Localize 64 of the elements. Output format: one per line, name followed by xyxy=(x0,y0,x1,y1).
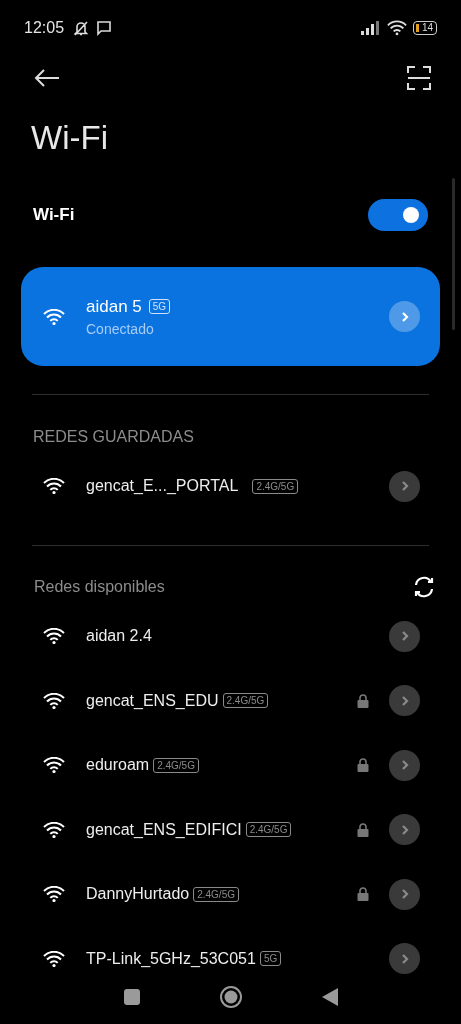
wifi-icon xyxy=(43,950,65,967)
wifi-icon xyxy=(386,19,407,36)
wifi-icon xyxy=(43,757,65,774)
details-button[interactable] xyxy=(389,749,420,781)
network-row[interactable]: gencat_ENS_EDU 2.4G/5G xyxy=(0,668,461,733)
wifi-label: Wi-Fi xyxy=(33,205,75,225)
section-heading: Redes disponibles xyxy=(34,578,165,596)
wifi-icon xyxy=(43,628,65,645)
band-tag: 2.4G/5G xyxy=(252,478,299,494)
details-button[interactable] xyxy=(389,878,420,910)
chevron-icon xyxy=(399,480,410,492)
band-tag: 5G xyxy=(259,951,282,967)
network-row[interactable]: TP-Link_5GHz_53C051 5G xyxy=(0,926,461,991)
chevron-icon xyxy=(399,952,410,965)
band-tag: 2.4G/5G xyxy=(222,693,269,709)
refresh-icon[interactable] xyxy=(413,576,435,598)
scan-icon[interactable] xyxy=(407,65,431,90)
network-row[interactable]: eduroam 2.4G/5G xyxy=(0,733,461,798)
network-name: gencat_ENS_EDU xyxy=(86,691,219,710)
band-tag: 5G xyxy=(148,299,171,314)
wifi-icon xyxy=(43,478,65,494)
section-heading: REDES GUARDADAS xyxy=(32,427,195,447)
network-name: TP-Link_5GHz_53C051 xyxy=(86,949,256,968)
network-name: aidan 2.4 xyxy=(86,627,152,646)
chevron-icon xyxy=(399,888,410,901)
wifi-icon xyxy=(43,821,65,838)
wifi-switch[interactable] xyxy=(368,199,428,231)
details-button[interactable] xyxy=(389,620,420,652)
connection-status: Conectado xyxy=(86,320,155,337)
network-name: DannyHurtado xyxy=(86,885,190,904)
chevron-icon xyxy=(399,759,410,772)
details-button[interactable] xyxy=(389,470,420,502)
connected-network-card[interactable]: aidan 5 5G Conectado xyxy=(21,267,440,366)
details-button[interactable] xyxy=(389,301,420,332)
page-title: Wi-Fi xyxy=(30,117,109,158)
home-button[interactable] xyxy=(218,985,243,1009)
network-row[interactable]: gencat_ENS_EDIFICI 2.4G/5G xyxy=(0,797,461,862)
back-button[interactable] xyxy=(320,987,339,1007)
chevron-icon xyxy=(399,694,410,707)
battery-indicator: 14 xyxy=(412,20,437,35)
network-row[interactable]: aidan 2.4 xyxy=(0,604,461,669)
network-name: aidan 5 xyxy=(86,296,142,317)
wifi-icon xyxy=(43,308,65,325)
band-tag: 2.4G/5G xyxy=(193,886,239,902)
network-row[interactable]: gencat_E..._PORTAL 2.4G/5G xyxy=(0,454,461,518)
message-icon xyxy=(96,19,113,36)
band-tag: 2.4G/5G xyxy=(245,822,292,838)
network-name: gencat_E..._PORTAL xyxy=(86,477,239,495)
details-button[interactable] xyxy=(389,814,420,846)
recents-button[interactable] xyxy=(122,988,141,1006)
details-button[interactable] xyxy=(389,943,420,975)
details-button[interactable] xyxy=(389,685,420,717)
band-tag: 2.4G/5G xyxy=(153,757,199,773)
wifi-icon xyxy=(43,692,65,709)
chevron-icon xyxy=(399,310,410,323)
wifi-icon xyxy=(43,886,65,903)
network-name: eduroam xyxy=(86,756,150,775)
chevron-icon xyxy=(399,823,410,836)
network-name: gencat_ENS_EDIFICI xyxy=(86,820,242,839)
network-row[interactable]: DannyHurtado 2.4G/5G xyxy=(0,862,461,927)
status-time: 12:05 xyxy=(24,18,65,37)
back-arrow-icon[interactable] xyxy=(34,67,60,88)
signal-icon xyxy=(360,20,381,35)
chevron-icon xyxy=(399,630,410,643)
